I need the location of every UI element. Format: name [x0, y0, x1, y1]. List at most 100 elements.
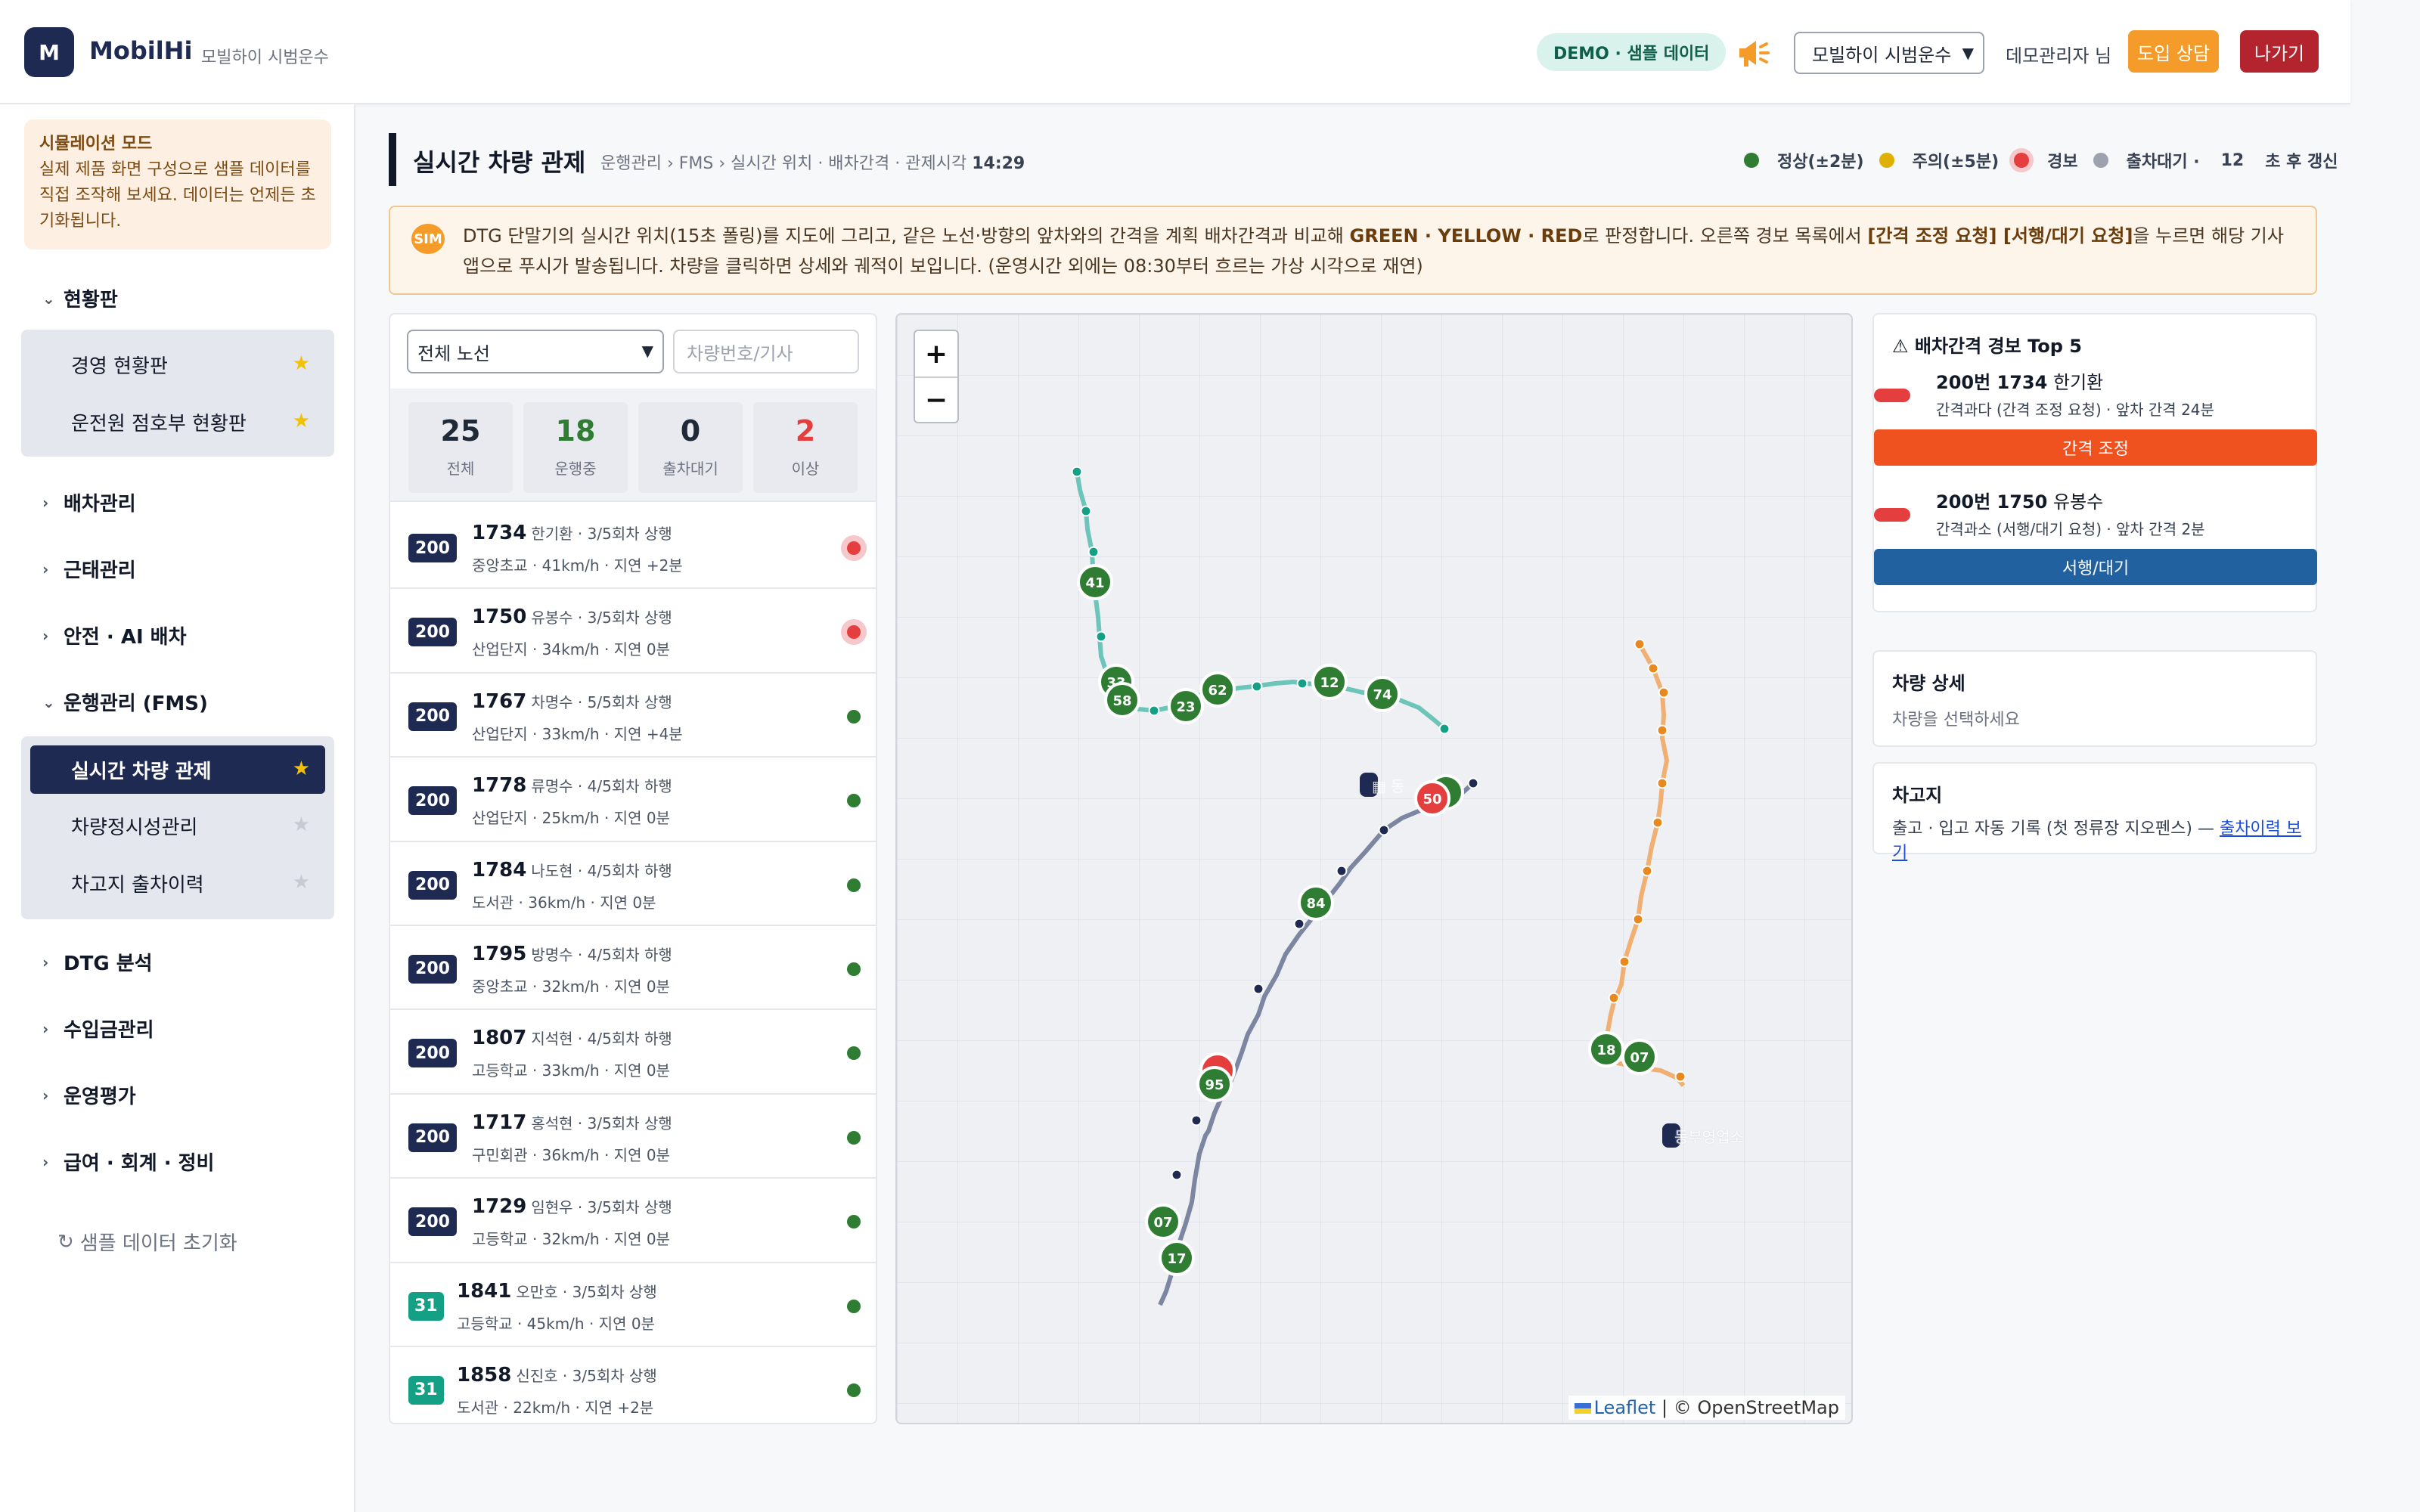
bus-stop[interactable] [1608, 992, 1620, 1004]
garage-text: 출고 · 입고 자동 기록 (첫 정류장 지오펜스) — 출차이력 보기 [1892, 820, 2302, 863]
bus-stop[interactable] [1656, 777, 1668, 789]
route-filter-select[interactable]: 전체 노선 ▼ [407, 330, 664, 373]
vehicle-detail: 산업단지 · 34km/h · 지연 0분 [472, 640, 670, 659]
nav-section-safety-ai[interactable]: › 안전 · AI 배차 [42, 621, 187, 649]
nav-item-driver-rollcall[interactable]: 운전원 점호부 현황판 ★ [21, 398, 334, 446]
bus-stop[interactable] [1087, 546, 1100, 558]
bus-stop[interactable] [1071, 466, 1083, 478]
alert-status-pill [1874, 389, 1910, 402]
company-select[interactable]: 모빌하이 시범운수 ▼ [1794, 32, 1984, 74]
bus-stop[interactable] [1378, 824, 1390, 836]
star-icon[interactable]: ★ [293, 871, 310, 894]
nav-item-management-dashboard[interactable]: 경영 현황판 ★ [21, 340, 334, 389]
vehicle-row[interactable]: 200 1729 임현우 · 3/5회차 상행 고등학교 · 32km/h · 지연 … [390, 1179, 876, 1263]
route-badge: 200 [408, 870, 457, 900]
nav-item-punctuality[interactable]: 차량정시성관리 ★ [21, 801, 334, 850]
bus-stop[interactable] [1641, 865, 1653, 877]
megaphone-icon[interactable] [1735, 36, 1771, 70]
vehicle-marker[interactable]: 62 [1199, 671, 1236, 708]
bus-stop[interactable] [1652, 816, 1664, 829]
stat-abnormal: 2 이상 [753, 402, 858, 493]
vehicle-marker[interactable]: 41 [1077, 564, 1113, 600]
vehicle-row[interactable]: 200 1807 지석현 · 4/5회차 하행 고등학교 · 33km/h · 지연 … [390, 1010, 876, 1095]
vehicle-marker[interactable]: 17 [1159, 1240, 1195, 1276]
nav-item-garage-history[interactable]: 차고지 출차이력 ★ [21, 859, 334, 907]
bus-stop[interactable] [1618, 956, 1630, 968]
status-dot [847, 1299, 861, 1313]
vehicle-search-input[interactable]: 차량번호/기사 [673, 330, 859, 373]
star-icon[interactable]: ★ [293, 758, 310, 780]
nav-section-dashboard[interactable]: ⌄ 현황판 [42, 284, 118, 312]
bus-stop[interactable] [1251, 680, 1263, 692]
nav-section-dtg[interactable]: › DTG 분석 [42, 948, 153, 976]
vehicle-marker[interactable]: 18 [1588, 1031, 1624, 1067]
bus-stop[interactable] [1656, 724, 1668, 736]
app-logo[interactable]: M [24, 27, 74, 77]
bus-stop[interactable] [1171, 1169, 1183, 1181]
bus-stop[interactable] [1296, 677, 1308, 689]
admin-user: 데모관리자 님 [2006, 45, 2112, 67]
vehicle-marker[interactable]: 07 [1621, 1039, 1658, 1075]
nav-section-fms[interactable]: ⌄ 운행관리 (FMS) [42, 688, 208, 716]
exit-button[interactable]: 나가기 [2240, 30, 2319, 73]
nav-section-label: 배차관리 [64, 493, 136, 516]
map-canvas[interactable]: 4133582362127450849507171807 [897, 314, 1853, 1424]
vehicle-row[interactable]: 31 1841 오만호 · 3/5회차 상행 고등학교 · 45km/h · 지연 0… [390, 1263, 876, 1347]
vehicle-marker[interactable]: 50 [1414, 780, 1450, 816]
status-dot [847, 962, 861, 976]
bus-stop[interactable] [1080, 505, 1092, 517]
vehicle-marker[interactable]: 95 [1196, 1066, 1233, 1102]
bus-stop[interactable] [1293, 918, 1305, 930]
bus-stop[interactable] [1438, 723, 1450, 735]
title-accent-bar [389, 133, 396, 186]
nav-section-dispatch[interactable]: › 배차관리 [42, 488, 136, 516]
headway-alerts-panel: ⚠ 배차간격 경보 Top 5 200번 1734 한기환 간격과다 (간격 조… [1872, 313, 2317, 612]
consult-button[interactable]: 도입 상담 [2128, 30, 2219, 73]
bus-stop[interactable] [1336, 865, 1348, 877]
star-icon[interactable]: ★ [293, 813, 310, 836]
zoom-in-button[interactable]: + [915, 331, 957, 376]
chevron-down-icon: ⌄ [42, 692, 55, 711]
nav-item-realtime-control[interactable]: 실시간 차량 관제 ★ [30, 745, 325, 794]
nav-section-label: 안전 · AI 배차 [64, 626, 187, 649]
bus-stop[interactable] [1658, 686, 1670, 699]
vehicle-row[interactable]: 200 1795 방명수 · 4/5회차 하행 중앙초교 · 32km/h · 지연 … [390, 926, 876, 1011]
leaflet-link[interactable]: Leaflet [1594, 1397, 1656, 1418]
gap-adjust-button[interactable]: 간격 조정 [1874, 429, 2317, 466]
bus-stop[interactable] [1190, 1114, 1202, 1126]
zoom-out-button[interactable]: − [915, 376, 957, 422]
bus-stop[interactable] [1634, 638, 1646, 650]
vehicle-marker[interactable]: 23 [1168, 688, 1204, 724]
reset-sample-data-button[interactable]: ↻ 샘플 데이터 초기화 [57, 1228, 237, 1256]
vehicle-detail: 도서관 · 36km/h · 지연 0분 [472, 893, 656, 912]
star-icon[interactable]: ★ [293, 410, 310, 432]
vehicle-row[interactable]: 200 1750 유봉수 · 3/5회차 상행 산업단지 · 34km/h · 지연 … [390, 589, 876, 674]
vehicle-row[interactable]: 200 1784 나도현 · 4/5회차 하행 도서관 · 36km/h · 지연 0… [390, 842, 876, 926]
nav-section-payroll[interactable]: › 급여 · 회계 · 정비 [42, 1148, 214, 1176]
bus-stop[interactable] [1252, 983, 1264, 995]
vehicle-marker[interactable]: 07 [1145, 1204, 1181, 1240]
vehicle-marker[interactable]: 12 [1311, 664, 1348, 700]
nav-section-attendance[interactable]: › 근태관리 [42, 555, 136, 583]
bus-stop[interactable] [1095, 631, 1107, 643]
nav-section-revenue[interactable]: › 수입금관리 [42, 1015, 154, 1043]
nav-section-evaluation[interactable]: › 운영평가 [42, 1081, 136, 1109]
bus-stop[interactable] [1647, 662, 1659, 674]
bus-stop[interactable] [1674, 1070, 1686, 1083]
bus-stop[interactable] [1148, 705, 1160, 717]
slow-wait-button[interactable]: 서행/대기 [1874, 549, 2317, 585]
vehicle-row[interactable]: 200 1734 한기환 · 3/5회차 상행 중앙초교 · 41km/h · 지연 … [390, 505, 876, 590]
vehicle-row[interactable]: 200 1778 류명수 · 4/5회차 하행 산업단지 · 25km/h · 지연 … [390, 758, 876, 842]
vehicle-row[interactable]: 200 1717 홍석현 · 3/5회차 상행 구민회관 · 36km/h · 지연 … [390, 1095, 876, 1179]
bus-stop[interactable] [1632, 913, 1644, 925]
star-icon[interactable]: ★ [293, 352, 310, 375]
vehicle-marker[interactable]: 58 [1104, 682, 1140, 718]
alert-desc: 간격과소 (서행/대기 요청) · 앞차 간격 2분 [1936, 520, 2205, 538]
vehicle-marker[interactable]: 74 [1364, 676, 1401, 712]
vehicle-marker[interactable]: 84 [1298, 885, 1334, 921]
bus-stop[interactable] [1467, 777, 1479, 789]
chevron-down-icon: ▼ [641, 342, 653, 360]
vehicle-row[interactable]: 200 1767 차명수 · 5/5회차 상행 산업단지 · 33km/h · 지연 … [390, 674, 876, 758]
vehicle-row[interactable]: 31 1858 신진호 · 3/5회차 상행 도서관 · 22km/h · 지연 +2… [390, 1347, 876, 1423]
map-view[interactable]: 4133582362127450849507171807 ▦ 동 동부영업소 +… [895, 313, 1853, 1424]
